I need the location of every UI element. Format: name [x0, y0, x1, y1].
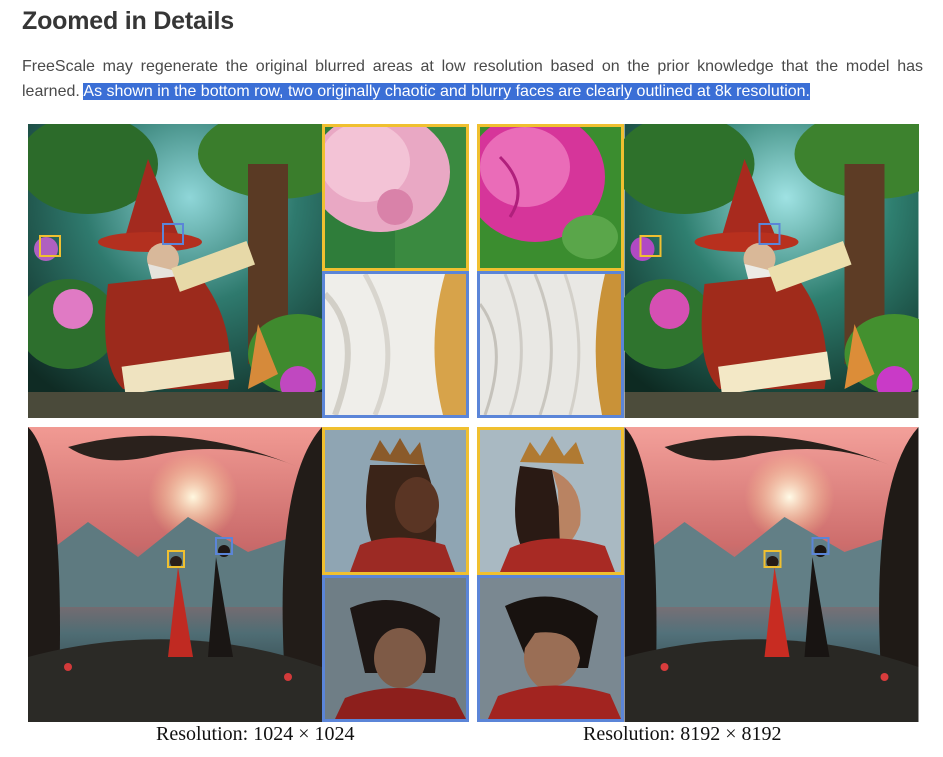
man-face-crop-low-res — [322, 575, 469, 722]
flower-crop-low-res — [322, 124, 469, 271]
beard-crop-high-res — [477, 271, 624, 418]
flower-crop-high-res — [477, 124, 624, 271]
caption-high-res: Resolution: 8192 × 8192 — [583, 723, 782, 745]
section-paragraph: FreeScale may regenerate the original bl… — [22, 54, 923, 104]
woman-face-crop-high-res — [477, 427, 624, 575]
caption-low-res: Resolution: 1024 × 1024 — [156, 723, 355, 745]
wizard-image-low-res — [28, 124, 322, 418]
comparison-figure — [28, 124, 919, 722]
section-title: Zoomed in Details — [22, 7, 234, 35]
wizard-image-high-res — [624, 124, 919, 418]
woman-face-crop-low-res — [322, 427, 469, 575]
couple-image-high-res — [624, 427, 919, 722]
couple-image-low-res — [28, 427, 322, 722]
highlighted-selection[interactable]: As shown in the bottom row, two original… — [83, 83, 810, 100]
beard-crop-low-res — [322, 271, 469, 418]
man-face-crop-high-res — [477, 575, 624, 722]
